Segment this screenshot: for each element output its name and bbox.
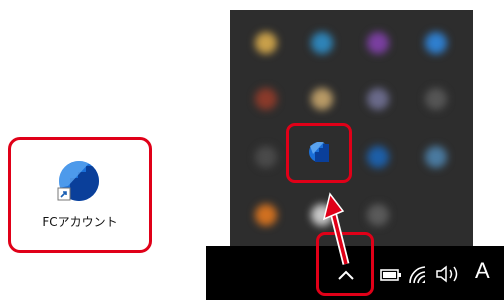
shortcut-label[interactable]: FCアカウント: [30, 213, 130, 230]
volume-icon[interactable]: [435, 264, 463, 284]
blurred-tray-app-icon[interactable]: [311, 204, 333, 226]
blurred-tray-app-icon[interactable]: [367, 204, 389, 226]
blurred-tray-app-icon[interactable]: [425, 32, 447, 54]
blurred-tray-app-icon[interactable]: [311, 88, 333, 110]
blurred-tray-app-icon[interactable]: [255, 204, 277, 226]
blurred-tray-app-icon[interactable]: [425, 88, 447, 110]
blurred-tray-app-icon[interactable]: [311, 32, 333, 54]
blurred-tray-app-icon[interactable]: [255, 88, 277, 110]
blurred-tray-app-icon[interactable]: [367, 146, 389, 168]
ime-indicator[interactable]: A: [475, 258, 490, 284]
blurred-tray-app-icon[interactable]: [255, 32, 277, 54]
fc-account-app-icon[interactable]: [56, 158, 102, 204]
wifi-icon[interactable]: [407, 263, 427, 285]
blurred-tray-app-icon[interactable]: [367, 88, 389, 110]
blurred-tray-app-icon[interactable]: [425, 146, 447, 168]
blurred-tray-app-icon[interactable]: [367, 32, 389, 54]
chevron-highlight: [316, 232, 374, 296]
battery-icon[interactable]: [380, 267, 402, 283]
tray-icon-highlight: [286, 123, 352, 183]
blurred-tray-app-icon[interactable]: [255, 146, 277, 168]
